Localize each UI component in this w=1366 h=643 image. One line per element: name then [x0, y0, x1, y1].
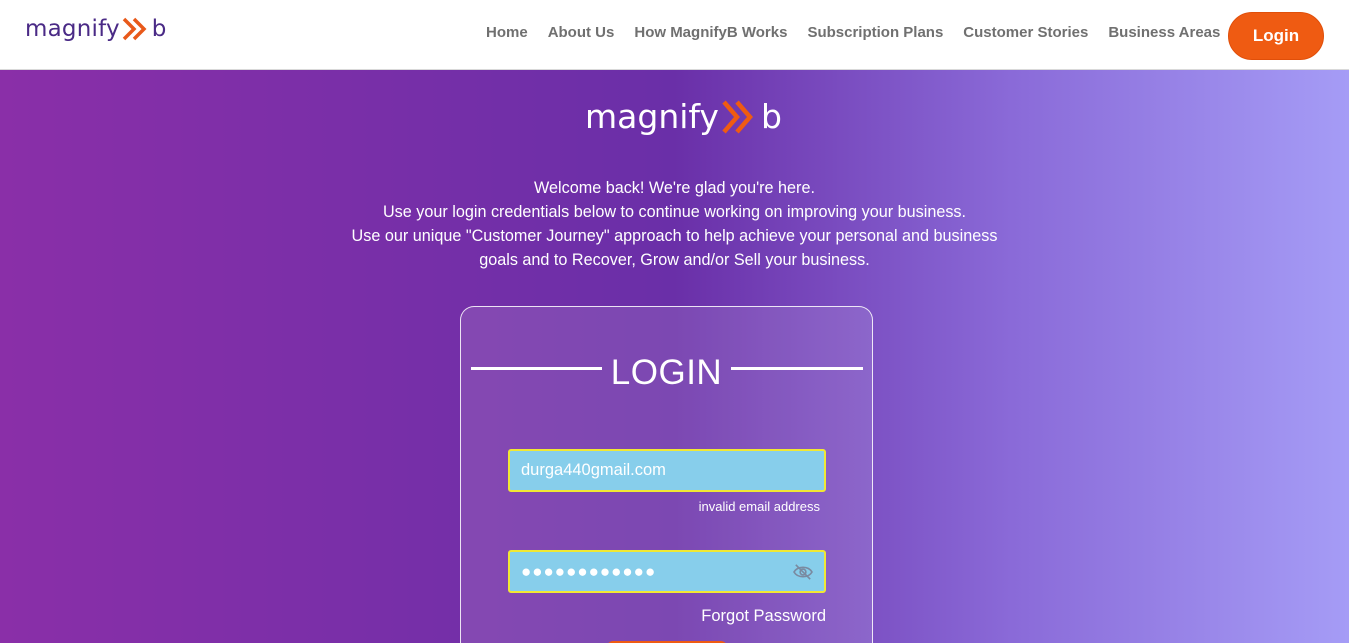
email-value: durga440gmail.com [521, 461, 666, 479]
email-field[interactable]: durga440gmail.com [508, 449, 826, 492]
chevron-arrows-icon [122, 17, 147, 41]
nav-business-areas[interactable]: Business Areas [1108, 24, 1220, 41]
welcome-line: Welcome back! We're glad you're here. [534, 179, 815, 197]
chevron-arrows-icon [722, 100, 753, 133]
logo-text-end: b [151, 16, 167, 42]
hero-logo: magnify b [585, 97, 782, 136]
login-title: LOGIN [610, 353, 723, 392]
login-hero: magnify b Welcome back! We're glad you'r… [0, 70, 1349, 643]
nav-home[interactable]: Home [486, 24, 528, 41]
title-divider-right [731, 367, 863, 370]
site-header: magnify b Home About Us How MagnifyB Wor… [0, 0, 1349, 70]
logo-text: magnify [25, 16, 120, 42]
header-login-button[interactable]: Login [1228, 12, 1324, 60]
welcome-line: Use your login credentials below to cont… [382, 203, 967, 221]
nav-subscription-plans[interactable]: Subscription Plans [807, 24, 943, 41]
nav-customer-stories[interactable]: Customer Stories [963, 24, 1088, 41]
email-error-message: invalid email address [698, 499, 820, 514]
hero-logo-text: magnify [585, 97, 719, 136]
hero-logo-text-end: b [760, 97, 782, 136]
welcome-line: Use our unique "Customer Journey" approa… [351, 227, 998, 245]
magnifyb-logo[interactable]: magnify b [25, 16, 166, 42]
forgot-password-link[interactable]: Forgot Password [701, 607, 826, 626]
nav-how-it-works[interactable]: How MagnifyB Works [634, 24, 787, 41]
main-nav: Home About Us How MagnifyB Works Subscri… [486, 24, 1240, 41]
welcome-line: goals and to Recover, Grow and/or Sell y… [479, 251, 870, 269]
eye-slash-icon[interactable] [792, 563, 814, 581]
password-value: ●●●●●●●●●●●● [521, 561, 657, 581]
welcome-message: Welcome back! We're glad you're here. Us… [300, 176, 1049, 272]
login-card: LOGIN durga440gmail.com invalid email ad… [460, 306, 873, 643]
password-field[interactable]: ●●●●●●●●●●●● [508, 550, 826, 593]
nav-about-us[interactable]: About Us [548, 24, 615, 41]
